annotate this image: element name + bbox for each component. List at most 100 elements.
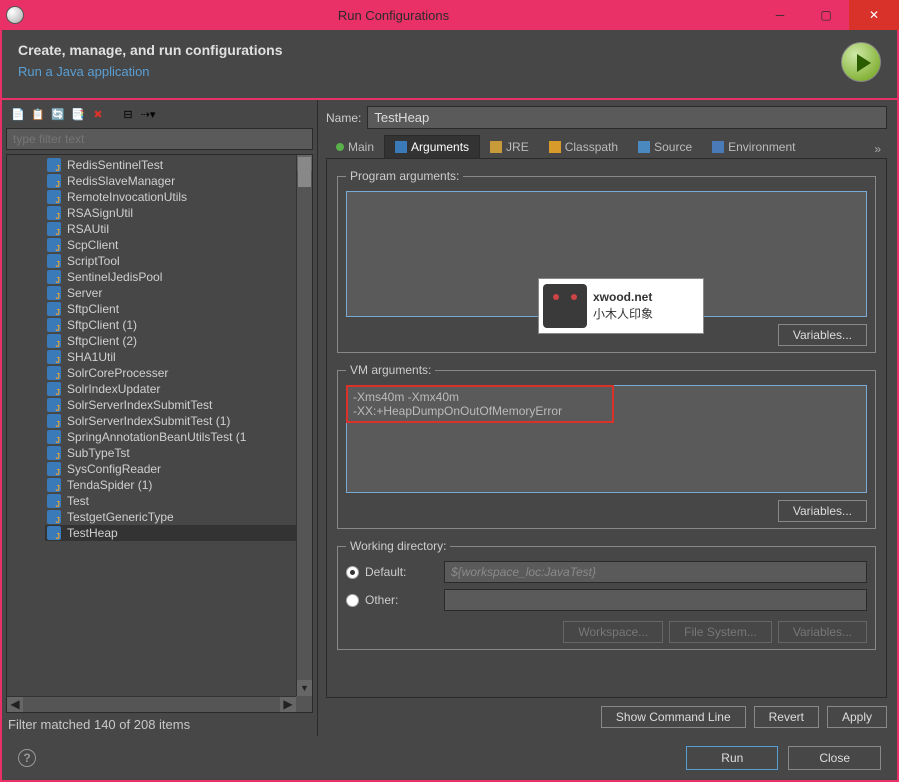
java-launch-icon bbox=[47, 286, 61, 300]
java-launch-icon bbox=[47, 334, 61, 348]
tree-item[interactable]: RedisSlaveManager bbox=[45, 173, 296, 189]
file-system-button[interactable]: File System... bbox=[669, 621, 772, 643]
tree-item[interactable]: SHA1Util bbox=[45, 349, 296, 365]
header-subtitle-link[interactable]: Run a Java application bbox=[18, 64, 150, 79]
right-pane: Name: Main Arguments JRE Classpath Sourc… bbox=[318, 100, 897, 736]
tree-item[interactable]: SftpClient bbox=[45, 301, 296, 317]
tree-item[interactable]: SolrCoreProcesser bbox=[45, 365, 296, 381]
tree-item[interactable]: SftpClient (1) bbox=[45, 317, 296, 333]
program-args-legend: Program arguments: bbox=[346, 169, 463, 183]
window-close-button[interactable]: ✕ bbox=[849, 0, 899, 30]
tab-main[interactable]: Main bbox=[326, 136, 384, 158]
tree-item[interactable]: RSASignUtil bbox=[45, 205, 296, 221]
arguments-icon bbox=[395, 141, 407, 153]
new-config-icon[interactable]: 📄 bbox=[10, 106, 26, 122]
tree-item-label: SysConfigReader bbox=[67, 462, 161, 476]
tree-item-label: RSAUtil bbox=[67, 222, 109, 236]
tab-source[interactable]: Source bbox=[628, 136, 702, 158]
workspace-button[interactable]: Workspace... bbox=[563, 621, 663, 643]
tree-item-label: RedisSlaveManager bbox=[67, 174, 175, 188]
tree-item-label: RSASignUtil bbox=[67, 206, 133, 220]
collapse-icon[interactable]: ⊟ bbox=[120, 106, 136, 122]
tab-overflow-button[interactable]: » bbox=[868, 140, 887, 158]
window-title: Run Configurations bbox=[30, 8, 757, 23]
tree-item[interactable]: RemoteInvocationUtils bbox=[45, 189, 296, 205]
tree-item[interactable]: RSAUtil bbox=[45, 221, 296, 237]
vm-args-variables-button[interactable]: Variables... bbox=[778, 500, 867, 522]
tree-item[interactable]: RedisSentinelTest bbox=[45, 157, 296, 173]
vm-args-textarea[interactable]: -Xms40m -Xmx40m -XX:+HeapDumpOnOutOfMemo… bbox=[346, 385, 867, 493]
tree-item[interactable]: ScriptTool bbox=[45, 253, 296, 269]
tree-item[interactable]: ScpClient bbox=[45, 237, 296, 253]
tree-item-label: SentinelJedisPool bbox=[67, 270, 162, 284]
tree-hscrollbar[interactable]: ◀ ▶ bbox=[7, 696, 296, 712]
tree-vscrollbar[interactable]: ▲ ▼ bbox=[296, 155, 312, 696]
tab-jre[interactable]: JRE bbox=[480, 136, 539, 158]
tab-arguments[interactable]: Arguments bbox=[384, 135, 480, 158]
config-tree: RedisSentinelTestRedisSlaveManagerRemote… bbox=[6, 154, 313, 713]
workdir-variables-button[interactable]: Variables... bbox=[778, 621, 867, 643]
new-proto-icon[interactable]: 📋 bbox=[30, 106, 46, 122]
tree-item[interactable]: SysConfigReader bbox=[45, 461, 296, 477]
tree-item[interactable]: SftpClient (2) bbox=[45, 333, 296, 349]
workdir-other-radio[interactable]: Other: bbox=[346, 593, 436, 607]
tree-item[interactable]: TendaSpider (1) bbox=[45, 477, 296, 493]
show-command-line-button[interactable]: Show Command Line bbox=[601, 706, 746, 728]
tree-item[interactable]: SpringAnnotationBeanUtilsTest (1 bbox=[45, 429, 296, 445]
workdir-default-radio[interactable]: Default: bbox=[346, 565, 436, 579]
tree-item[interactable]: SolrServerIndexSubmitTest bbox=[45, 397, 296, 413]
minimize-button[interactable]: ─ bbox=[757, 0, 803, 30]
tree-item[interactable]: SubTypeTst bbox=[45, 445, 296, 461]
header-heading: Create, manage, and run configurations bbox=[18, 42, 283, 58]
tree-item-label: SubTypeTst bbox=[67, 446, 130, 460]
java-launch-icon bbox=[47, 398, 61, 412]
delete-icon[interactable]: ✖ bbox=[90, 106, 106, 122]
watermark: xwood.net小木人印象 bbox=[538, 278, 704, 334]
program-args-variables-button[interactable]: Variables... bbox=[778, 324, 867, 346]
duplicate-icon[interactable]: 📑 bbox=[70, 106, 86, 122]
vm-args-legend: VM arguments: bbox=[346, 363, 435, 377]
tree-item-label: SftpClient bbox=[67, 302, 119, 316]
tree-item[interactable]: SolrServerIndexSubmitTest (1) bbox=[45, 413, 296, 429]
run-button[interactable]: Run bbox=[686, 746, 778, 770]
help-icon[interactable]: ? bbox=[18, 749, 36, 767]
java-launch-icon bbox=[47, 478, 61, 492]
tree-item-label: SftpClient (1) bbox=[67, 318, 137, 332]
java-launch-icon bbox=[47, 302, 61, 316]
tree-item-label: SftpClient (2) bbox=[67, 334, 137, 348]
tree-item[interactable]: SentinelJedisPool bbox=[45, 269, 296, 285]
tree-item-label: SolrCoreProcesser bbox=[67, 366, 168, 380]
tab-environment[interactable]: Environment bbox=[702, 136, 805, 158]
titlebar: Run Configurations ─ ▢ ✕ bbox=[0, 0, 899, 30]
tree-item-label: SolrIndexUpdater bbox=[67, 382, 160, 396]
export-icon[interactable]: 🔄 bbox=[50, 106, 66, 122]
filter-icon[interactable]: ⇢▾ bbox=[140, 106, 156, 122]
java-launch-icon bbox=[47, 430, 61, 444]
tree-item[interactable]: Server bbox=[45, 285, 296, 301]
java-launch-icon bbox=[47, 190, 61, 204]
java-launch-icon bbox=[47, 206, 61, 220]
run-large-icon bbox=[841, 42, 881, 82]
tree-item[interactable]: Test bbox=[45, 493, 296, 509]
jre-icon bbox=[490, 141, 502, 153]
tree-item-label: SpringAnnotationBeanUtilsTest (1 bbox=[67, 430, 246, 444]
maximize-button[interactable]: ▢ bbox=[803, 0, 849, 30]
tree-item[interactable]: TestHeap bbox=[45, 525, 296, 541]
java-launch-icon bbox=[47, 238, 61, 252]
apply-button[interactable]: Apply bbox=[827, 706, 887, 728]
radio-unchecked-icon bbox=[346, 594, 359, 607]
tab-classpath[interactable]: Classpath bbox=[539, 136, 628, 158]
filter-input[interactable] bbox=[6, 128, 313, 150]
vm-args-group: VM arguments: -Xms40m -Xmx40m -XX:+HeapD… bbox=[337, 363, 876, 529]
java-launch-icon bbox=[47, 174, 61, 188]
revert-button[interactable]: Revert bbox=[754, 706, 819, 728]
name-input[interactable] bbox=[367, 106, 887, 129]
tree-item[interactable]: SolrIndexUpdater bbox=[45, 381, 296, 397]
tree-item[interactable]: TestgetGenericType bbox=[45, 509, 296, 525]
tree-item-label: TestHeap bbox=[67, 526, 118, 540]
tree-item-label: Test bbox=[67, 494, 89, 508]
java-launch-icon bbox=[47, 270, 61, 284]
workdir-other-input[interactable] bbox=[444, 589, 867, 611]
tree-item-label: TendaSpider (1) bbox=[67, 478, 152, 492]
close-button[interactable]: Close bbox=[788, 746, 881, 770]
